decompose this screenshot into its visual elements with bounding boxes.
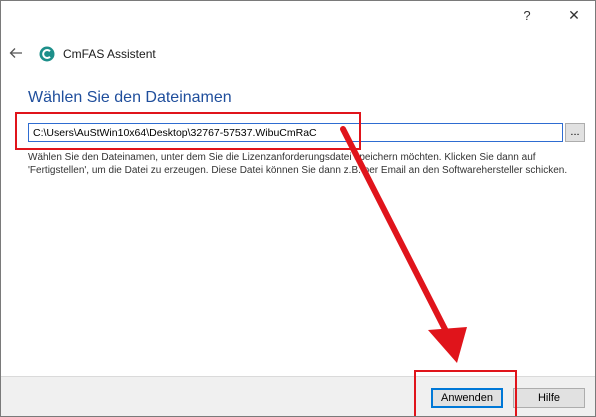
description-text: Wählen Sie den Dateinamen, unter dem Sie… xyxy=(28,152,568,176)
cmfas-assistant-window: ? ✕ CmFAS Assistent Wählen Sie den Datei… xyxy=(0,0,596,417)
annotation-arrow xyxy=(340,126,467,363)
footer-bar: Anwenden Hilfe xyxy=(1,376,595,416)
file-path-input[interactable] xyxy=(28,123,563,142)
browse-button[interactable]: ... xyxy=(565,123,585,142)
page-heading: Wählen Sie den Dateinamen xyxy=(28,89,232,106)
help-button[interactable]: Hilfe xyxy=(513,388,585,408)
back-arrow-icon[interactable] xyxy=(9,46,23,60)
cmfas-logo-icon xyxy=(39,46,55,62)
help-icon[interactable]: ? xyxy=(517,8,537,23)
apply-button[interactable]: Anwenden xyxy=(431,388,503,408)
app-title: CmFAS Assistent xyxy=(63,47,156,61)
close-icon[interactable]: ✕ xyxy=(564,7,584,24)
